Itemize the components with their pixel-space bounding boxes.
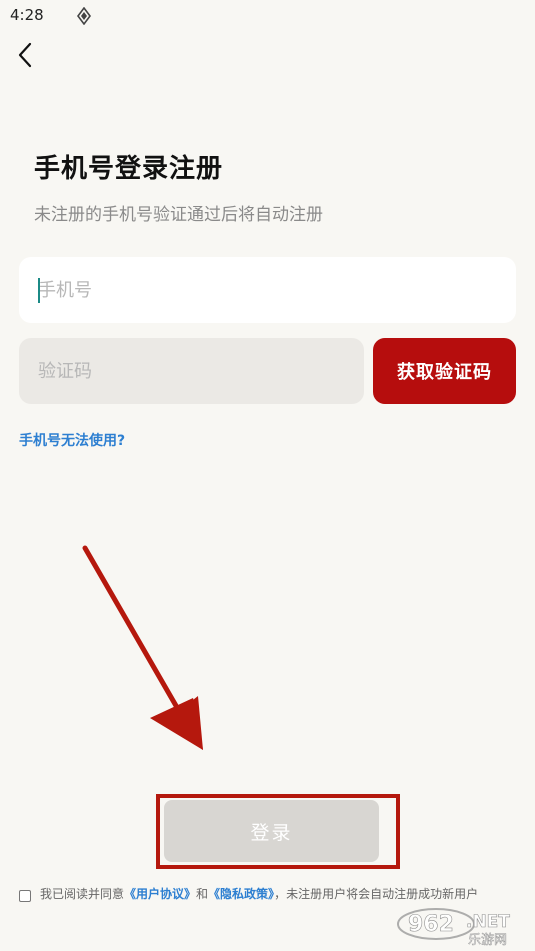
page-title: 手机号登录注册 — [34, 154, 224, 184]
watermark-number: 962 — [408, 912, 454, 937]
phone-unavailable-link[interactable]: 手机号无法使用? — [19, 430, 125, 450]
back-button[interactable] — [12, 40, 42, 70]
verification-code-input[interactable] — [19, 338, 364, 404]
status-time: 4:28 — [10, 6, 44, 24]
phone-field[interactable] — [19, 257, 516, 323]
text-cursor — [38, 278, 40, 303]
agreement-suffix: ，未注册用户将会自动注册成功新用户 — [274, 887, 479, 901]
agreement-prefix: 我已阅读并同意 — [40, 887, 125, 901]
agreement-text: 我已阅读并同意《用户协议》和《隐私政策》，未注册用户将会自动注册成功新用户 — [40, 886, 520, 902]
site-watermark-logo: 962 .NET 乐游网 — [397, 908, 511, 947]
agreement-checkbox[interactable] — [19, 890, 31, 902]
get-code-button[interactable]: 获取验证码 — [373, 338, 516, 404]
privacy-policy-link[interactable]: 《隐私政策》 — [208, 887, 274, 901]
watermark-site-name: 乐游网 — [468, 933, 507, 947]
chevron-left-icon — [18, 42, 32, 68]
verification-code-field[interactable] — [19, 338, 364, 404]
phone-input[interactable] — [19, 257, 516, 323]
watermark-domain: .NET — [466, 912, 510, 932]
notification-app-icon — [77, 7, 91, 25]
user-agreement-link[interactable]: 《用户协议》 — [124, 887, 196, 901]
status-bar: 4:28 — [0, 0, 535, 32]
agreement-and: 和 — [196, 887, 209, 901]
login-button[interactable]: 登录 — [164, 800, 379, 862]
page-subtitle: 未注册的手机号验证通过后将自动注册 — [34, 205, 323, 225]
